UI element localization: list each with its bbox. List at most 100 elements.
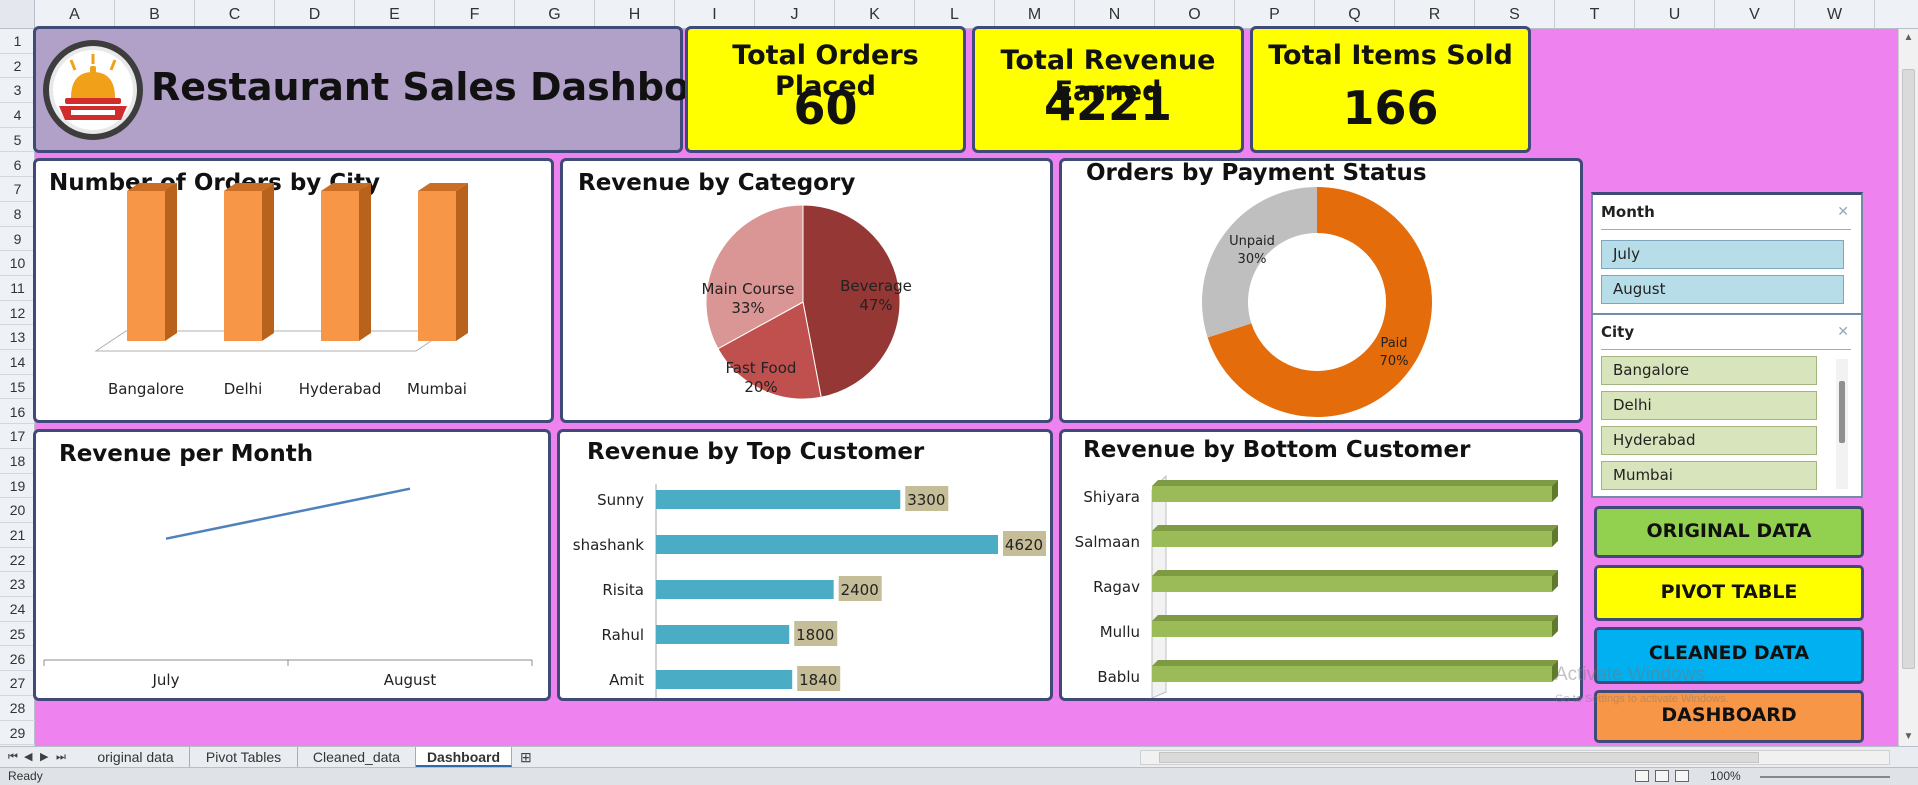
column-header-h[interactable]: H [595,0,675,29]
x-tick-label: Hyderabad [299,380,382,398]
row-header-8[interactable]: 8 [0,202,35,227]
first-sheet-icon[interactable]: ⏮ [8,747,18,768]
row-header-9[interactable]: 9 [0,227,35,252]
bar-top [1152,480,1558,486]
original-data-button[interactable]: ORIGINAL DATA [1594,506,1864,558]
select-all-corner[interactable] [0,0,35,29]
horizontal-scroll-thumb[interactable] [1159,752,1759,763]
slicer-item-july[interactable]: July [1601,240,1844,269]
column-header-v[interactable]: V [1715,0,1795,29]
row-header-22[interactable]: 22 [0,548,35,573]
row-header-13[interactable]: 13 [0,325,35,351]
column-header-t[interactable]: T [1555,0,1635,29]
row-header-2[interactable]: 2 [0,54,35,79]
chart-revenue-by-top-customer[interactable]: Revenue by Top Customer Sunny 3300 shashan… [557,429,1053,701]
column-header-m[interactable]: M [995,0,1075,29]
pivot-table-button[interactable]: PIVOT TABLE [1594,565,1864,621]
kpi-value: 60 [793,81,858,135]
row-header-5[interactable]: 5 [0,128,35,153]
row-header-21[interactable]: 21 [0,523,35,548]
bar-side [165,183,177,341]
slicer-scroll-thumb[interactable] [1839,381,1845,443]
insert-sheet-icon[interactable]: ⊞ [520,747,532,768]
chart-orders-by-payment-status[interactable]: Orders by Payment Status Paid 70% Unpaid 30… [1059,158,1583,423]
row-header-7[interactable]: 7 [0,177,35,202]
vertical-scrollbar[interactable]: ▲ ▼ [1898,29,1918,746]
chart-revenue-per-month[interactable]: Revenue per Month July August [33,429,551,701]
column-header-w[interactable]: W [1795,0,1875,29]
column-header-n[interactable]: N [1075,0,1155,29]
slicer-item-august[interactable]: August [1601,275,1844,304]
chart-orders-by-city[interactable]: Number of Orders by City Bangalore Delhi H… [33,158,554,423]
column-header-r[interactable]: R [1395,0,1475,29]
row-header-16[interactable]: 16 [0,400,35,425]
row-header-29[interactable]: 29 [0,721,35,746]
chart-revenue-by-bottom-customer[interactable]: Revenue by Bottom Customer Shiyara Salmaa… [1059,429,1583,701]
row-header-1[interactable]: 1 [0,29,35,54]
tab-pivot-tables[interactable]: Pivot Tables [190,747,298,767]
prev-sheet-icon[interactable]: ◀ [24,747,32,768]
slicer-item-mumbai[interactable]: Mumbai [1601,461,1817,490]
slicer-item-hyderabad[interactable]: Hyderabad [1601,426,1817,455]
bar-front [1152,576,1552,592]
row-header-11[interactable]: 11 [0,276,35,301]
row-header-23[interactable]: 23 [0,572,35,598]
row-header-17[interactable]: 17 [0,424,35,449]
next-sheet-icon[interactable]: ▶ [40,747,48,768]
column-header-e[interactable]: E [355,0,435,29]
row-header-24[interactable]: 24 [0,597,35,622]
row-header-12[interactable]: 12 [0,301,35,326]
tab-original-data[interactable]: original data [82,747,190,767]
last-sheet-icon[interactable]: ⏭ [56,747,66,768]
row-header-25[interactable]: 25 [0,622,35,647]
bar-front [1152,486,1552,502]
page-break-view-icon[interactable] [1675,770,1689,782]
column-header-g[interactable]: G [515,0,595,29]
column-header-q[interactable]: Q [1315,0,1395,29]
column-header-u[interactable]: U [1635,0,1715,29]
column-header-j[interactable]: J [755,0,835,29]
normal-view-icon[interactable] [1635,770,1649,782]
clear-filter-icon[interactable]: ✕ [1837,203,1849,220]
row-header-3[interactable]: 3 [0,78,35,104]
row-header-14[interactable]: 14 [0,350,35,375]
slicer-city: City ✕ Bangalore Delhi Hyderabad Mumbai [1591,313,1863,498]
column-header-s[interactable]: S [1475,0,1555,29]
scroll-up-icon[interactable]: ▲ [1899,29,1918,47]
row-header-18[interactable]: 18 [0,449,35,474]
page-layout-view-icon[interactable] [1655,770,1669,782]
chart-revenue-by-category[interactable]: Revenue by Category Beverage 47% Fast Food… [560,158,1053,423]
column-header-l[interactable]: L [915,0,995,29]
y-tick-label: Amit [609,671,644,689]
row-header-28[interactable]: 28 [0,696,35,721]
zoom-slider[interactable] [1760,776,1890,778]
column-header-c[interactable]: C [195,0,275,29]
row-header-27[interactable]: 27 [0,671,35,696]
slicer-item-bangalore[interactable]: Bangalore [1601,356,1817,385]
row-header-19[interactable]: 19 [0,474,35,499]
zoom-level[interactable]: 100% [1710,769,1741,783]
kpi-total-items: Total Items Sold 166 [1250,26,1531,153]
column-header-b[interactable]: B [115,0,195,29]
column-header-o[interactable]: O [1155,0,1235,29]
column-header-i[interactable]: I [675,0,755,29]
slicer-item-delhi[interactable]: Delhi [1601,391,1817,420]
tab-cleaned-data[interactable]: Cleaned_data [298,747,416,767]
row-header-20[interactable]: 20 [0,498,35,523]
row-header-4[interactable]: 4 [0,103,35,128]
row-header-10[interactable]: 10 [0,251,35,276]
column-header-k[interactable]: K [835,0,915,29]
column-header-a[interactable]: A [35,0,115,29]
clear-filter-icon[interactable]: ✕ [1837,323,1849,340]
row-header-15[interactable]: 15 [0,375,35,400]
horizontal-scrollbar[interactable] [1140,750,1890,765]
slicer-scrollbar[interactable] [1836,359,1848,489]
column-header-d[interactable]: D [275,0,355,29]
vertical-scroll-thumb[interactable] [1902,69,1915,669]
scroll-down-icon[interactable]: ▼ [1899,728,1918,746]
row-header-26[interactable]: 26 [0,647,35,672]
column-header-f[interactable]: F [435,0,515,29]
column-header-p[interactable]: P [1235,0,1315,29]
tab-dashboard[interactable]: Dashboard [416,747,512,767]
row-header-6[interactable]: 6 [0,153,35,178]
